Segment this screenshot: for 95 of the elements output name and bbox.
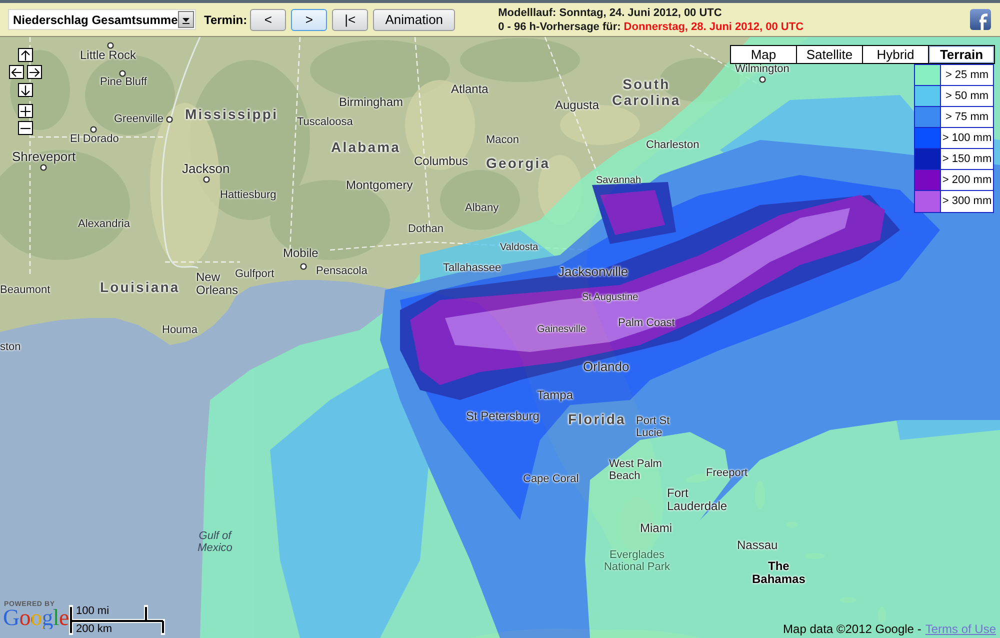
- animation-button[interactable]: Animation: [373, 8, 456, 30]
- city-label: Freeport: [706, 467, 748, 480]
- city-label: Nassau: [737, 539, 778, 552]
- city-label: Palm Coast: [618, 317, 675, 330]
- city-label: West Palm Beach: [609, 458, 663, 483]
- attribution-text: Map data ©2012 Google -: [783, 623, 922, 635]
- city-label: Tampa: [537, 389, 574, 402]
- first-button[interactable]: |<: [332, 8, 368, 30]
- legend-label: > 300 mm: [941, 194, 993, 210]
- city-label: Wilmington: [735, 63, 790, 76]
- state-label: Georgia: [486, 156, 550, 172]
- scale-miles-label: 100 mi: [76, 606, 110, 617]
- next-button[interactable]: >: [291, 8, 328, 30]
- legend-label: > 75 mm: [944, 110, 990, 125]
- city-label: Houma: [162, 324, 198, 336]
- city-label: Cape Coral: [523, 473, 579, 486]
- city-label: Fort Lauderdale: [667, 487, 728, 514]
- caret-down-icon: [178, 11, 194, 28]
- legend-label: > 200 mm: [941, 172, 993, 188]
- forecast-date-text: Donnerstag, 28. Juni 2012, 00 UTC: [624, 20, 804, 34]
- arrow-right-icon: [29, 66, 40, 78]
- city-label: Alexandria: [78, 218, 130, 230]
- water-label: Gulf of Mexico: [196, 530, 234, 555]
- state-label: Florida: [568, 412, 626, 428]
- previous-button[interactable]: <: [250, 8, 286, 30]
- arrow-down-icon: [20, 84, 31, 96]
- map-type-button[interactable]: Terrain: [928, 45, 995, 64]
- city-label: Macon: [486, 134, 520, 146]
- city-label: Pensacola: [316, 265, 368, 278]
- map-type-button[interactable]: Map: [730, 45, 797, 64]
- plus-icon: [20, 106, 31, 116]
- city-label: Albany: [465, 202, 499, 214]
- city-label: Jackson: [182, 162, 230, 177]
- pan-left-button[interactable]: [9, 65, 24, 79]
- country-label: The Bahamas: [752, 560, 806, 587]
- map-type-button[interactable]: Hybrid: [862, 45, 929, 64]
- state-label: Alabama: [331, 140, 401, 156]
- city-label: Birmingham: [339, 96, 404, 110]
- forecast-label: 0 - 96 h-Vorhersage für:: [498, 20, 621, 34]
- city-label: St Augustine: [582, 292, 638, 304]
- legend-label: > 25 mm: [944, 68, 990, 83]
- city-label: Beaumont: [0, 284, 50, 296]
- city-label: El Dorado: [70, 133, 119, 146]
- zoom-out-button[interactable]: [18, 121, 33, 135]
- city-marker-icon: [90, 126, 96, 132]
- state-label: South Carolina: [612, 77, 681, 108]
- pan-right-button[interactable]: [27, 65, 42, 79]
- city-label: Shreveport: [12, 150, 76, 165]
- city-label: Tallahassee: [443, 262, 502, 274]
- legend-label: > 100 mm: [941, 130, 993, 146]
- city-label: Dothan: [408, 223, 444, 236]
- city-label: Miami: [640, 522, 672, 536]
- city-label: Valdosta: [500, 242, 538, 254]
- city-marker-icon: [40, 164, 46, 170]
- city-label: Charleston: [646, 139, 700, 152]
- city-label: Mobile: [283, 247, 318, 260]
- city-label: Greenville: [114, 113, 164, 126]
- arrow-left-icon: [11, 66, 22, 78]
- city-label: St Petersburg: [466, 410, 540, 424]
- city-marker-icon: [202, 176, 210, 182]
- facebook-icon[interactable]: [970, 9, 991, 30]
- city-label: Hattiesburg: [220, 189, 276, 202]
- city-label: Orlando: [583, 360, 630, 375]
- city-label: Columbus: [414, 155, 468, 168]
- city-label: Jacksonville: [558, 265, 628, 280]
- city-label: Gainesville: [537, 324, 586, 336]
- city-label: Tuscaloosa: [297, 116, 353, 128]
- pan-up-button[interactable]: [18, 48, 33, 62]
- city-marker-icon: [106, 42, 114, 48]
- city-label: Port St Lucie: [636, 415, 671, 440]
- city-marker-icon: [300, 262, 306, 270]
- model-run-text: Modelllauf: Sonntag, 24. Juni 2012, 00 UTC: [498, 6, 723, 20]
- city-label: ston: [0, 341, 21, 354]
- product-dropdown[interactable]: Niederschlag Gesamtsumme: [8, 9, 196, 30]
- legend-label: > 150 mm: [941, 152, 993, 167]
- city-marker-icon: [118, 70, 126, 76]
- state-label: Mississippi: [185, 107, 278, 123]
- city-marker-icon: [758, 76, 766, 82]
- city-label: Atlanta: [451, 83, 488, 96]
- zoom-in-button[interactable]: [18, 104, 33, 118]
- park-label: Everglades National Park: [602, 549, 672, 574]
- city-label: Augusta: [555, 99, 600, 112]
- city-label: Little Rock: [80, 49, 136, 62]
- arrow-up-icon: [20, 50, 31, 60]
- scale-km-label: 200 km: [76, 624, 112, 635]
- scale-bar-icon: [68, 605, 166, 635]
- termin-label: Termin:: [204, 12, 248, 28]
- map-type-button[interactable]: Satellite: [796, 45, 863, 64]
- pan-down-button[interactable]: [18, 83, 33, 97]
- state-label: Louisiana: [100, 280, 180, 296]
- city-label: Pine Bluff: [100, 76, 147, 88]
- city-label: Savannah: [596, 175, 642, 186]
- city-marker-icon: [166, 116, 172, 122]
- city-label: Montgomery: [346, 179, 413, 192]
- legend-label: > 50 mm: [944, 88, 990, 104]
